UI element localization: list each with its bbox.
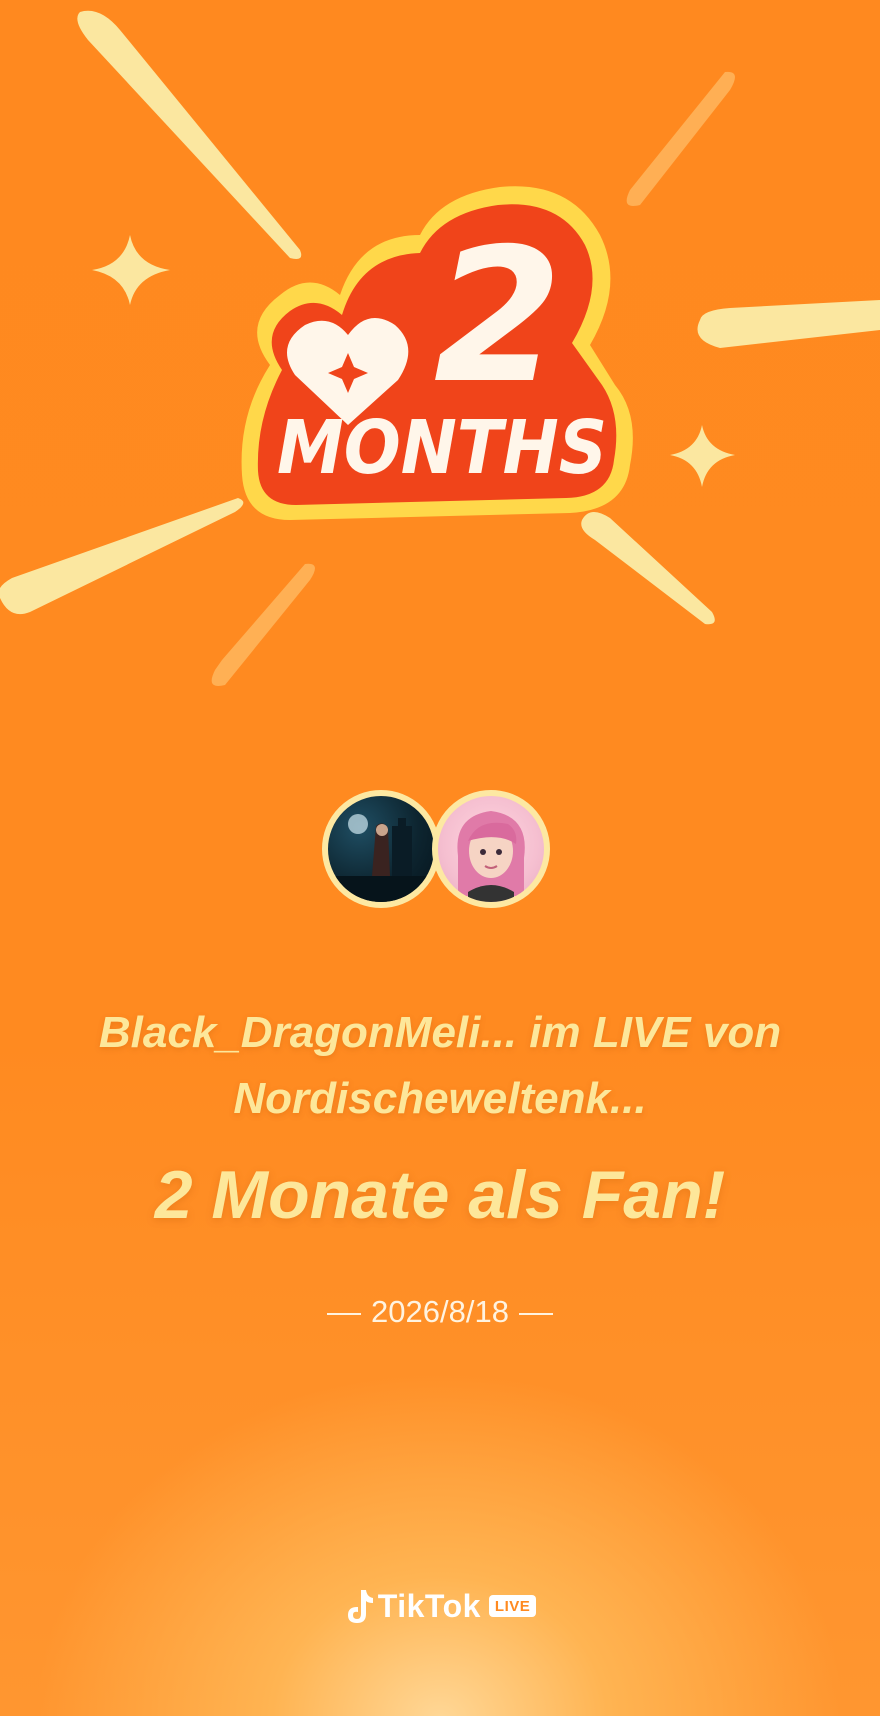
date-dash-left [327,1312,362,1315]
badge-number: 2 [434,208,563,424]
sparkle-left [92,235,170,305]
date-row: 2026/8/18 [0,1292,880,1332]
badge-word: MONTHS [277,405,607,491]
host-avatar-icon [457,811,525,902]
anniversary-date: 2026/8/18 [371,1294,509,1329]
fan-avatar[interactable] [322,790,440,908]
fan-in-live-line: Black_DragonMeli... im LIVE von [98,1008,782,1057]
date-dash-right [518,1312,553,1315]
tiktok-live-logo: TikTok LIVE [330,1584,550,1628]
host-avatar[interactable] [432,790,550,908]
avatar-pair [322,790,558,920]
tiktok-note-icon [347,1590,373,1623]
sparkle-right [670,425,735,487]
ray-right [697,300,880,348]
months-badge: 2 MONTHS [241,186,633,521]
ray-bottom-faint [211,563,315,686]
fan-anniversary-card: 2 MONTHS Black_DragonMeli... im LIVE von… [0,0,880,1716]
brand-name: TikTok [377,1587,481,1624]
ray-bottom-left [0,498,244,615]
host-name-line: Nordischeweltenk... [233,1074,647,1123]
fan-avatar-icon [328,814,434,902]
anniversary-title: 2 Monate als Fan! [154,1157,726,1233]
live-tag: LIVE [488,1595,537,1617]
